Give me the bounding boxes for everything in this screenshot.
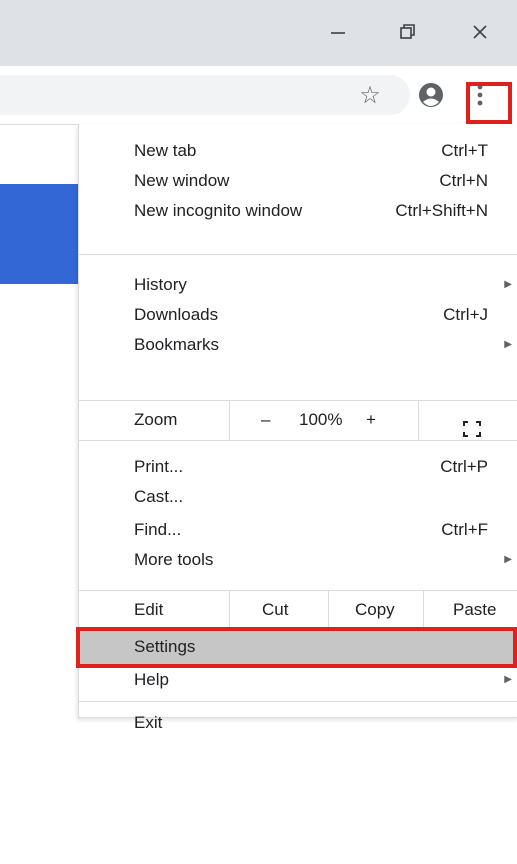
menu-item-new-incognito-window[interactable]: New incognito window Ctrl+Shift+N	[79, 196, 517, 226]
menu-item-downloads[interactable]: Downloads Ctrl+J	[79, 300, 517, 330]
edit-divider	[229, 590, 230, 630]
menu-divider	[79, 440, 517, 441]
menu-item-label: More tools	[134, 550, 214, 569]
menu-item-label: History	[134, 275, 187, 294]
page-content-banner	[0, 184, 79, 284]
settings-highlight-box	[76, 627, 517, 668]
restore-icon[interactable]	[388, 14, 428, 50]
menu-item-help[interactable]: Help ▶	[79, 665, 517, 695]
browser-toolbar: ☆	[0, 66, 517, 125]
menu-item-label: New tab	[134, 141, 197, 160]
edit-label: Edit	[134, 600, 164, 619]
copy-button[interactable]: Copy	[355, 590, 395, 630]
menu-item-shortcut: Ctrl+J	[443, 305, 488, 324]
address-bar[interactable]	[0, 75, 410, 115]
menu-item-history[interactable]: History ▶	[79, 270, 517, 300]
zoom-level: 100%	[299, 410, 343, 429]
submenu-arrow-icon: ▶	[504, 339, 512, 350]
menu-item-label: New incognito window	[134, 201, 303, 220]
menu-item-new-tab[interactable]: New tab Ctrl+T	[79, 136, 517, 166]
window-titlebar	[0, 0, 517, 66]
menu-item-label: Help	[134, 670, 169, 689]
menu-divider	[79, 701, 517, 702]
menu-item-shortcut: Ctrl+F	[441, 520, 488, 539]
menu-divider	[79, 254, 517, 255]
menu-item-more-tools[interactable]: More tools ▶	[79, 545, 517, 575]
menu-item-label: Exit	[134, 713, 163, 732]
menu-item-label: Bookmarks	[134, 335, 220, 354]
menu-button-highlight	[466, 82, 512, 124]
menu-item-find[interactable]: Find... Ctrl+F	[79, 515, 517, 545]
close-icon[interactable]	[460, 14, 500, 50]
menu-item-new-window[interactable]: New window Ctrl+N	[79, 166, 517, 196]
minimize-icon[interactable]	[318, 14, 358, 50]
menu-item-label: Cast...	[134, 487, 184, 506]
submenu-arrow-icon: ▶	[504, 554, 512, 565]
menu-item-label: Print...	[134, 457, 184, 476]
fullscreen-icon[interactable]	[463, 412, 481, 437]
zoom-in-button[interactable]: +	[366, 400, 376, 440]
submenu-arrow-icon: ▶	[504, 674, 512, 685]
account-icon[interactable]	[412, 76, 450, 114]
cut-button[interactable]: Cut	[262, 590, 288, 630]
menu-item-shortcut: Ctrl+T	[441, 141, 488, 160]
zoom-divider	[418, 400, 419, 440]
menu-item-bookmarks[interactable]: Bookmarks ▶	[79, 330, 517, 360]
menu-item-print[interactable]: Print... Ctrl+P	[79, 452, 517, 482]
menu-item-shortcut: Ctrl+P	[440, 457, 488, 476]
menu-item-label: Find...	[134, 520, 182, 539]
menu-item-cast[interactable]: Cast...	[79, 482, 517, 512]
menu-item-exit[interactable]: Exit	[79, 708, 517, 738]
submenu-arrow-icon: ▶	[504, 279, 512, 290]
edit-divider	[423, 590, 424, 630]
zoom-label: Zoom	[134, 410, 178, 429]
edit-row: Edit Cut Copy Paste	[79, 590, 517, 630]
menu-item-label: Downloads	[134, 305, 219, 324]
zoom-divider	[229, 400, 230, 440]
menu-item-label: New window	[134, 171, 230, 190]
paste-button[interactable]: Paste	[453, 590, 496, 630]
star-icon[interactable]: ☆	[352, 77, 388, 113]
menu-item-shortcut: Ctrl+Shift+N	[395, 201, 488, 220]
menu-item-shortcut: Ctrl+N	[439, 171, 488, 190]
zoom-out-button[interactable]: –	[261, 400, 270, 440]
edit-divider	[328, 590, 329, 630]
zoom-row: Zoom – 100% +	[79, 400, 517, 440]
